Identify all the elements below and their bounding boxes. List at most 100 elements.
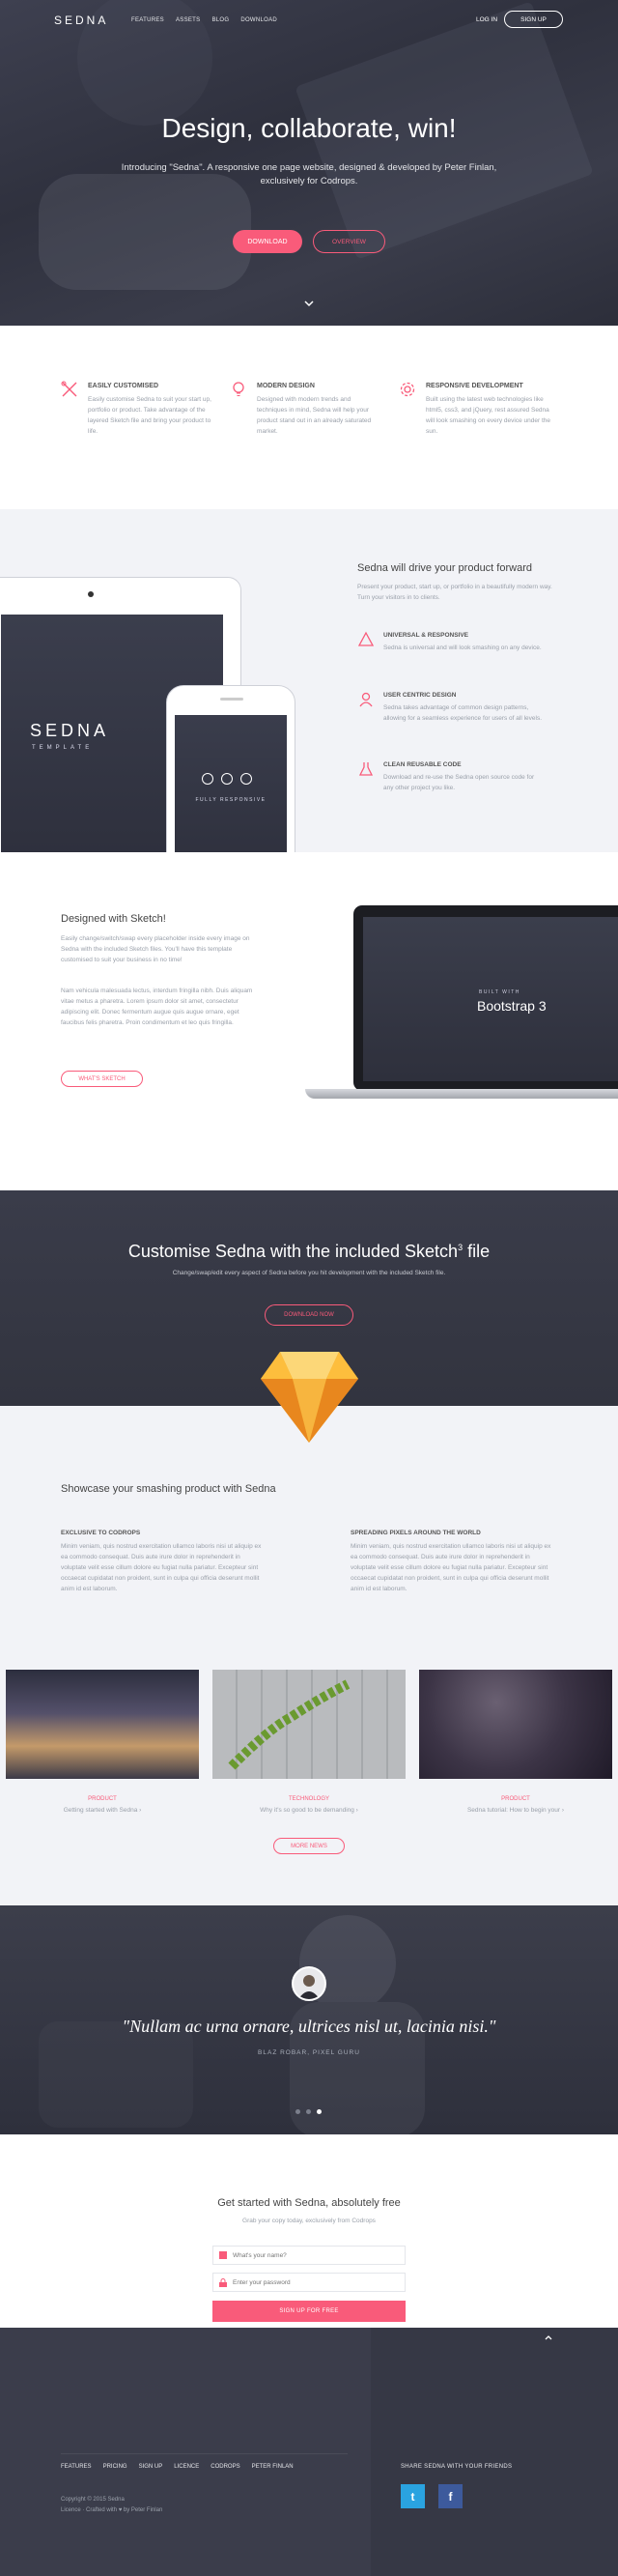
product-item-desc: Sedna is universal and will look smashin… bbox=[383, 644, 542, 651]
feature-desc: Built using the latest web technologies … bbox=[426, 396, 550, 435]
showcase-title: Showcase your smashing product with Sedn… bbox=[61, 1483, 276, 1495]
news-card[interactable]: PRODUCT Getting started with Sedna › bbox=[6, 1670, 199, 1814]
signup-title: Get started with Sedna, absolutely free bbox=[217, 2197, 401, 2209]
carousel-dot-active[interactable] bbox=[317, 2109, 322, 2114]
showcase-col-pixels: SPREADING PIXELS AROUND THE WORLD Minim … bbox=[351, 1530, 553, 1594]
signup-subtitle: Grab your copy today, exclusively from C… bbox=[242, 2218, 376, 2224]
chevron-down-icon[interactable] bbox=[303, 299, 315, 308]
showcase-col-desc: Minim veniam, quis nostrud exercitation … bbox=[351, 1543, 551, 1592]
product-section: SEDNA TEMPLATE FULLY RESPONSIVE Sedna wi… bbox=[0, 509, 618, 852]
news-card-category: TECHNOLOGY bbox=[288, 1796, 329, 1802]
nav-link-features[interactable]: FEATURES bbox=[131, 17, 164, 23]
wrench-pencil-icon bbox=[61, 381, 77, 397]
download-button[interactable]: DOWNLOAD bbox=[233, 230, 302, 253]
showcase-col-desc: Minim veniam, quis nostrud exercitation … bbox=[61, 1543, 262, 1592]
news-card[interactable]: TECHNOLOGY Why it's so good to be demand… bbox=[212, 1670, 406, 1814]
product-item-desc: Download and re-use the Sedna open sourc… bbox=[383, 774, 535, 791]
footer-link-peter-finlan[interactable]: PETER FINLAN bbox=[252, 2464, 294, 2470]
news-card-title[interactable]: Sedna tutorial: How to begin your › bbox=[419, 1807, 612, 1814]
copyright-line: Copyright © 2015 Sedna bbox=[61, 2497, 125, 2503]
name-input[interactable] bbox=[233, 2251, 397, 2259]
lightbulb-icon bbox=[233, 382, 244, 396]
footer-link-signup[interactable]: SIGN UP bbox=[139, 2464, 163, 2470]
signup-section: Get started with Sedna, absolutely free … bbox=[0, 2134, 618, 2328]
feature-title: EASILY CUSTOMISED bbox=[88, 383, 159, 389]
phone-mockup: FULLY RESPONSIVE bbox=[166, 685, 295, 852]
hero-title: Design, collaborate, win! bbox=[161, 113, 457, 143]
laptop-big-text: Bootstrap 3 bbox=[477, 998, 547, 1014]
top-navbar: SEDNA FEATURES ASSETS BLOG DOWNLOAD LOG … bbox=[0, 0, 618, 41]
feature-desc: Easily customise Sedna to suit your star… bbox=[88, 396, 211, 435]
feature-desc: Designed with modern trends and techniqu… bbox=[257, 396, 372, 435]
crafted-by-line: Licence · Crafted with ♥ by Peter Finlan bbox=[61, 2507, 163, 2513]
carousel-dot[interactable] bbox=[306, 2109, 311, 2114]
product-item-desc: Sedna takes advantage of common design p… bbox=[383, 704, 543, 722]
password-input[interactable] bbox=[233, 2278, 397, 2286]
product-desc: Present your product, start up, or portf… bbox=[357, 584, 552, 601]
nav-link-download[interactable]: DOWNLOAD bbox=[240, 17, 277, 23]
nav-links: FEATURES ASSETS BLOG DOWNLOAD bbox=[131, 17, 277, 23]
download-now-button[interactable]: DOWNLOAD NOW bbox=[265, 1304, 353, 1326]
user-icon bbox=[213, 2247, 233, 2264]
facebook-button[interactable]: f bbox=[438, 2484, 463, 2508]
footer-link-features[interactable]: FEATURES bbox=[61, 2464, 92, 2470]
news-card-image bbox=[419, 1670, 612, 1779]
facebook-icon: f bbox=[448, 2489, 453, 2504]
sketch-paragraph-2: Nam vehicula malesuada lectus, interdum … bbox=[61, 987, 253, 1026]
back-to-top-button[interactable] bbox=[531, 2328, 566, 2347]
news-card-category: PRODUCT bbox=[501, 1796, 530, 1802]
footer-links: FEATURES PRICING SIGN UP LICENCE CODROPS… bbox=[61, 2464, 294, 2470]
product-item-title: CLEAN REUSABLE CODE bbox=[383, 761, 462, 768]
sketch-section: Designed with Sketch! Easily change/swit… bbox=[0, 852, 618, 1190]
footer: FEATURES PRICING SIGN UP LICENCE CODROPS… bbox=[0, 2328, 618, 2576]
sketch-paragraph-1: Easily change/switch/swap every placehol… bbox=[61, 935, 250, 963]
news-card-title[interactable]: Getting started with Sedna › bbox=[6, 1807, 199, 1814]
carousel-dots bbox=[295, 2109, 322, 2114]
footer-link-pricing[interactable]: PRICING bbox=[103, 2464, 127, 2470]
showcase-col-title: EXCLUSIVE TO CODROPS bbox=[61, 1530, 141, 1536]
product-title: Sedna will drive your product forward bbox=[357, 562, 532, 574]
laptop-mockup: BUILT WITH Bootstrap 3 bbox=[305, 905, 618, 1099]
sketch-diamond-icon bbox=[261, 1352, 358, 1443]
tablet-subtitle: TEMPLATE bbox=[32, 745, 94, 751]
news-card-title[interactable]: Why it's so good to be demanding › bbox=[212, 1807, 406, 1814]
more-news-button[interactable]: MORE NEWS bbox=[273, 1838, 345, 1854]
customise-subtitle: Change/swap/edit every aspect of Sedna b… bbox=[172, 1270, 446, 1276]
news-card-category: PRODUCT bbox=[88, 1796, 117, 1802]
news-card[interactable]: PRODUCT Sedna tutorial: How to begin you… bbox=[419, 1670, 612, 1814]
testimonial-quote: "Nullam ac urna ornare, ultrices nisl ut… bbox=[122, 2017, 496, 2036]
name-field[interactable] bbox=[212, 2246, 406, 2265]
footer-link-codrops[interactable]: CODROPS bbox=[211, 2464, 239, 2470]
news-card-image bbox=[212, 1670, 406, 1779]
news-card-image bbox=[6, 1670, 199, 1779]
showcase-col-codrops: EXCLUSIVE TO CODROPS Minim veniam, quis … bbox=[61, 1530, 264, 1594]
twitter-icon: t bbox=[410, 2489, 415, 2504]
gear-icon bbox=[400, 382, 415, 397]
customise-title-end: file bbox=[467, 1242, 491, 1261]
twitter-button[interactable]: t bbox=[401, 2484, 425, 2508]
customise-title-sup: 3 bbox=[458, 1243, 464, 1252]
hero-section: SEDNA FEATURES ASSETS BLOG DOWNLOAD LOG … bbox=[0, 0, 618, 326]
showcase-section: Showcase your smashing product with Sedn… bbox=[0, 1352, 618, 1905]
password-field[interactable] bbox=[212, 2273, 406, 2292]
tablet-logo: SEDNA bbox=[30, 721, 110, 740]
avatar bbox=[292, 1966, 326, 2001]
sketch-title: Designed with Sketch! bbox=[61, 913, 166, 925]
login-link[interactable]: LOG IN bbox=[476, 16, 497, 23]
overview-button[interactable]: OVERVIEW bbox=[313, 230, 385, 253]
copyright: Copyright © 2015 Sedna Licence · Crafted… bbox=[61, 2495, 162, 2516]
chevron-up-icon bbox=[545, 2335, 552, 2340]
laptop-small-text: BUILT WITH bbox=[479, 989, 520, 995]
customise-title: Customise Sedna with the included Sketch… bbox=[127, 1242, 491, 1261]
nav-link-assets[interactable]: ASSETS bbox=[176, 17, 200, 23]
logo[interactable]: SEDNA bbox=[54, 14, 108, 27]
signup-button[interactable]: SIGN UP bbox=[504, 11, 563, 28]
product-item-title: UNIVERSAL & RESPONSIVE bbox=[383, 632, 469, 639]
whats-sketch-button[interactable]: WHAT'S SKETCH bbox=[61, 1071, 143, 1087]
nav-link-blog[interactable]: BLOG bbox=[211, 17, 229, 23]
signup-free-button[interactable]: SIGN UP FOR FREE bbox=[212, 2301, 406, 2322]
share-label: SHARE SEDNA WITH YOUR FRIENDS bbox=[401, 2464, 513, 2470]
footer-link-licence[interactable]: LICENCE bbox=[174, 2464, 199, 2470]
hero-subtitle: Introducing "Sedna". A responsive one pa… bbox=[121, 162, 497, 186]
carousel-dot[interactable] bbox=[295, 2109, 300, 2114]
